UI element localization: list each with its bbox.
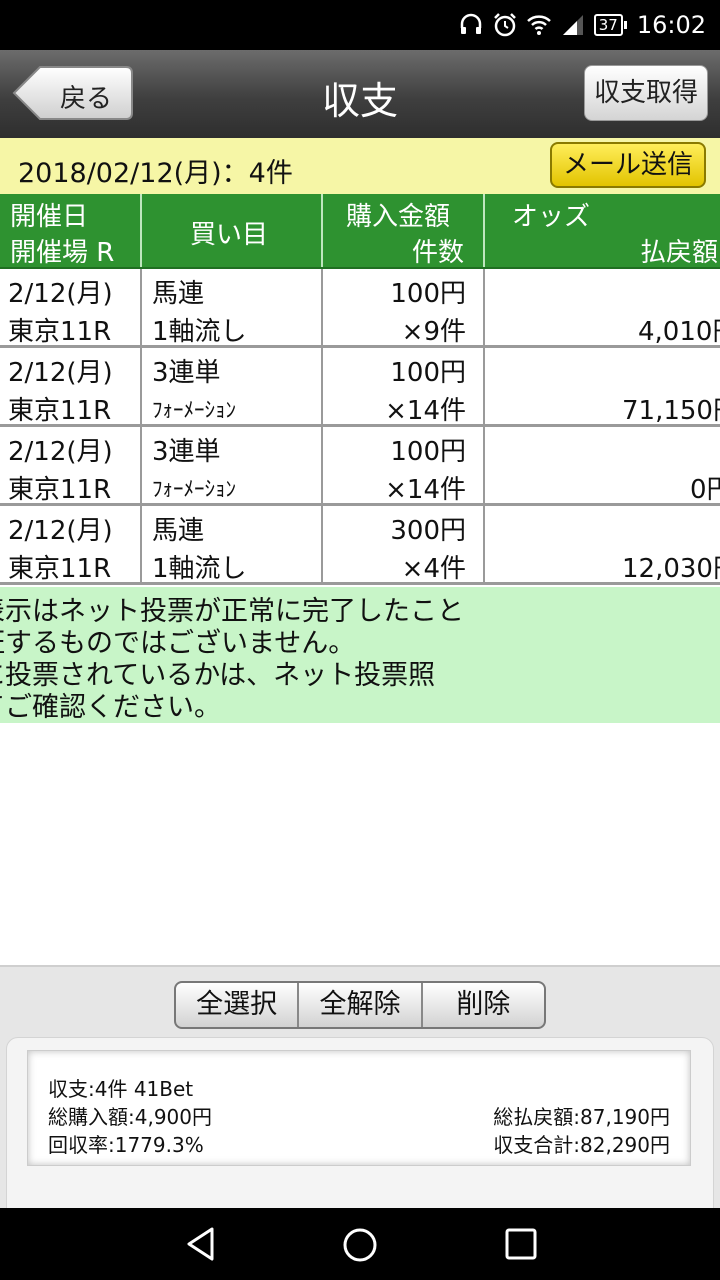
header-payout: 払戻額 [639,238,718,268]
summary-total-purchase: 総購入額:4,900円 [48,1105,212,1129]
row-payout: 4,010円 [638,317,720,347]
row-bet-method: ﾌｫｰﾒｰｼｮﾝ [152,398,236,422]
header-count: 件数 [411,238,464,268]
row-payout: 12,030円 [622,554,720,584]
title-bar: 戻る 収支 収支取得 [0,50,720,138]
row-amount: 100円 [390,358,466,388]
date-summary: 2018/02/12(月)：4件 [18,158,293,189]
signal-icon [562,15,583,35]
table-row[interactable]: 2/12(月) 東京11R 馬連 1軸流し 300円 ×4件 12,030円 [0,506,720,585]
row-bet-type: 馬連 [152,516,205,546]
send-mail-button[interactable]: メール送信 [550,142,706,188]
row-amount: 300円 [390,516,466,546]
battery-icon: 37 [593,14,627,36]
summary-box: 収支:4件 41Bet 総購入額:4,900円 回収率:1779.3% 総払戻額… [27,1050,691,1166]
header-date: 開催日 [10,202,89,232]
header-bet: 買い目 [190,220,269,250]
back-nav-icon[interactable] [184,1226,218,1262]
table-row[interactable]: 2/12(月) 東京11R 3連単 ﾌｫｰﾒｰｼｮﾝ 100円 ×14件 71,… [0,348,720,427]
row-bet-method: 1軸流し [152,554,247,584]
clock: 16:02 [636,11,706,39]
row-payout: 0円 [690,475,720,505]
recents-nav-icon[interactable] [504,1226,538,1262]
table-header: 開催日 開催場 R 買い目 購入金額 件数 オッズ 払戻額 [0,194,720,269]
headset-icon [460,13,481,34]
row-count: ×14件 [385,396,466,426]
system-nav-bar [0,1208,720,1280]
row-bet-type: 3連単 [152,437,221,467]
wifi-icon [526,15,551,35]
row-bet-type: 馬連 [152,279,205,309]
row-bet-method: ﾌｫｰﾒｰｼｮﾝ [152,477,236,501]
table-row[interactable]: 2/12(月) 東京11R 馬連 1軸流し 100円 ×9件 4,010円 [0,269,720,348]
row-amount: 100円 [390,279,466,309]
row-venue: 東京11R [8,475,112,505]
row-venue: 東京11R [8,554,112,584]
header-odds: オッズ [512,202,591,232]
home-nav-icon[interactable] [341,1226,379,1264]
row-venue: 東京11R [8,396,112,426]
row-date: 2/12(月) [8,437,113,467]
summary-recovery-rate: 回収率:1779.3% [48,1133,204,1157]
bottom-panel: 全選択 全解除 削除 収支:4件 41Bet 総購入額:4,900円 回収率:1… [0,965,720,1212]
row-count: ×4件 [401,554,466,584]
row-amount: 100円 [390,437,466,467]
row-count: ×9件 [401,317,466,347]
row-bet-type: 3連単 [152,358,221,388]
row-date: 2/12(月) [8,358,113,388]
summary-total-payout: 総払戻額:87,190円 [493,1105,670,1129]
date-bar: 2018/02/12(月)：4件 メール送信 [0,138,720,194]
summary-count: 収支:4件 41Bet [48,1077,194,1101]
row-payout: 71,150円 [622,396,720,426]
disclaimer-notice: 表示はネット投票が正常に完了したこと 証するものではございません。 に投票されて… [0,587,720,723]
row-date: 2/12(月) [8,279,113,309]
header-venue: 開催場 R [10,238,115,268]
header-amount: 購入金額 [346,202,451,232]
status-bar: 37 16:02 [0,0,720,50]
notice-line: てご確認ください。 [0,692,221,723]
bet-table: 開催日 開催場 R 買い目 購入金額 件数 オッズ 払戻額 2/12(月) 東京… [0,194,720,585]
summary-balance: 収支合計:82,290円 [493,1133,670,1157]
row-count: ×14件 [385,475,466,505]
deselect-all-button[interactable]: 全解除 [299,983,423,1027]
row-venue: 東京11R [8,317,112,347]
fetch-balance-button[interactable]: 収支取得 [584,65,708,121]
action-button-group: 全選択 全解除 削除 [174,981,546,1029]
select-all-button[interactable]: 全選択 [176,983,300,1027]
table-row[interactable]: 2/12(月) 東京11R 3連単 ﾌｫｰﾒｰｼｮﾝ 100円 ×14件 0円 [0,427,720,506]
row-date: 2/12(月) [8,516,113,546]
delete-button[interactable]: 削除 [423,983,544,1027]
alarm-icon [493,13,516,37]
summary-panel: 収支:4件 41Bet 総購入額:4,900円 回収率:1779.3% 総払戻額… [6,1037,714,1212]
row-bet-method: 1軸流し [152,317,247,347]
